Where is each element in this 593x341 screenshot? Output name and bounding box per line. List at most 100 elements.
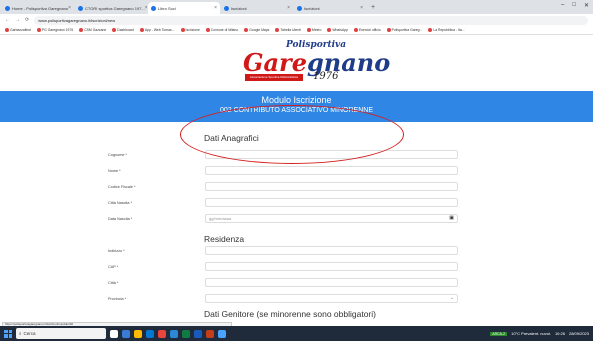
citta-nascita-input[interactable]	[205, 198, 458, 207]
site-favicon-icon	[224, 5, 229, 11]
logo-banner: Associazione Sportiva Dilettantistica	[245, 74, 303, 81]
forward-icon[interactable]: →	[15, 17, 20, 23]
bookmark-icon	[36, 28, 41, 32]
field-label: Nome *	[108, 169, 121, 173]
bookmark-icon	[354, 28, 358, 32]
browser-tab-1[interactable]: Home - Polisportiva Garegnano ×	[2, 2, 74, 14]
file-explorer-icon[interactable]	[122, 329, 130, 338]
bookmark[interactable]: Google Maps	[244, 28, 269, 32]
bookmark[interactable]: CSM Gazzane	[79, 28, 106, 32]
address-bar-row: ← → ⟳ www.polisportivagaregnano.it/iscri…	[0, 14, 593, 26]
word-icon[interactable]	[194, 329, 202, 338]
tray-badge[interactable]: ARCA-2	[490, 331, 508, 336]
clock-date[interactable]: 28/09/2023	[569, 331, 589, 336]
task-view-icon[interactable]	[110, 329, 118, 338]
system-tray: ARCA-2 10°C Prevalent. nuvol. 10:26 28/0…	[490, 331, 589, 336]
reload-icon[interactable]: ⟳	[25, 17, 29, 23]
powerpoint-icon[interactable]	[206, 329, 214, 338]
browser-tab-3[interactable]: Libro Soci ×	[148, 2, 220, 14]
bookmark[interactable]: La Repubblica - Ita...	[428, 28, 465, 32]
bookmark-label: Comune di Milano	[210, 28, 239, 32]
windows-start-icon[interactable]	[4, 329, 12, 338]
browser-tab-5[interactable]: Iscrizioni ×	[294, 2, 366, 14]
site-favicon-icon	[78, 5, 83, 11]
url-field[interactable]: www.polisportivagaregnano.it/iscrizioni/…	[34, 15, 588, 25]
tab-title: Iscrizioni	[304, 5, 320, 11]
bookmark-icon	[306, 28, 311, 32]
new-tab-button[interactable]: +	[367, 2, 379, 14]
indirizzo-input[interactable]	[205, 246, 458, 255]
maximize-icon[interactable]: □	[572, 2, 576, 9]
field-label: Città Nascita *	[108, 201, 133, 205]
bookmark-icon	[386, 28, 391, 32]
bookmark-label: WhatsApp	[332, 28, 348, 32]
bookmark-label: Esercizi ufficio	[359, 28, 381, 32]
provincia-select[interactable]: ⌄	[205, 294, 458, 303]
bookmark[interactable]: PG Garegnano 1976	[36, 28, 73, 32]
bookmark-icon	[275, 28, 280, 32]
url-text: www.polisportivagaregnano.it/iscrizioni/…	[38, 17, 116, 23]
codice-fiscale-input[interactable]	[205, 182, 458, 191]
bookmark-icon	[180, 28, 185, 32]
section-title-genitore: Dati Genitore (se minorenne sono obbliga…	[204, 309, 376, 319]
bookmark[interactable]: Polisportiva Gareg...	[386, 28, 422, 32]
close-tab-icon[interactable]: ×	[145, 5, 147, 11]
browser-tab-4[interactable]: Iscrizioni ×	[221, 2, 293, 14]
bookmark-icon	[244, 28, 249, 32]
field-label: Città *	[108, 281, 119, 285]
nome-input[interactable]	[205, 166, 458, 175]
mail-icon[interactable]	[170, 329, 178, 338]
clock-time[interactable]: 10:26	[555, 331, 565, 336]
minimize-icon[interactable]: –	[561, 2, 564, 9]
bookmark[interactable]: Comune di Milano	[205, 28, 239, 32]
bookmark[interactable]: Iscrizione	[180, 28, 200, 32]
logo-main-part-1: Gare	[243, 48, 307, 77]
bookmark[interactable]: Meteo	[306, 28, 322, 32]
site-header: Polisportiva Garegnano Associazione Spor…	[0, 36, 593, 91]
bookmark[interactable]: Garbazzafinst	[5, 28, 31, 32]
site-favicon-icon	[297, 5, 302, 11]
bookmark[interactable]: Dashboard	[112, 28, 134, 32]
bookmark-icon	[112, 28, 117, 32]
bookmark[interactable]: WhatsApp	[327, 28, 348, 32]
browser-tab-bar: Home - Polisportiva Garegnano × CTORI spo…	[0, 0, 593, 14]
bookmarks-bar: Garbazzafinst PG Garegnano 1976 CSM Gazz…	[0, 26, 593, 35]
bookmark-icon	[139, 28, 144, 32]
bookmark-label: Meteo	[311, 28, 322, 32]
edge-icon[interactable]	[146, 329, 154, 338]
taskbar-search[interactable]: ⌕ Cerca	[16, 328, 106, 339]
bookmark-label: Tabella Utenti	[280, 28, 301, 32]
calendar-icon[interactable]: ▣	[449, 215, 454, 222]
browser-tab-2[interactable]: CTORI sportiva Garegnano 197... ×	[75, 2, 147, 14]
chevron-down-icon: ⌄	[449, 295, 454, 301]
back-icon[interactable]: ←	[5, 17, 10, 23]
excel-icon[interactable]	[182, 329, 190, 338]
search-icon: ⌕	[19, 331, 22, 336]
cap-input[interactable]	[205, 262, 458, 271]
weather-text[interactable]: 10°C Prevalent. nuvol.	[511, 331, 551, 336]
field-label: Data Nascita *	[108, 217, 133, 221]
bookmark[interactable]: App - Web Tomas...	[139, 28, 175, 32]
citta-input[interactable]	[205, 278, 458, 287]
folder-icon[interactable]	[134, 329, 142, 338]
close-window-icon[interactable]: ✕	[584, 2, 589, 9]
chrome-icon[interactable]	[158, 329, 166, 338]
close-tab-icon[interactable]: ×	[360, 5, 363, 11]
close-tab-icon[interactable]: ×	[287, 5, 290, 11]
bookmark-label: CSM Gazzane	[84, 28, 107, 32]
club-logo[interactable]: Polisportiva Garegnano Associazione Spor…	[243, 40, 390, 88]
bookmark[interactable]: Esercizi ufficio	[354, 28, 381, 32]
app-icon[interactable]	[218, 329, 226, 338]
bookmark-label: App - Web Tomas...	[144, 28, 175, 32]
data-nascita-input[interactable]: gg/mm/aaaa ▣	[205, 214, 458, 223]
taskbar: ⌕ Cerca ARCA-2 10°C Prevalent. nuvol. 10:…	[0, 326, 593, 341]
tab-title: Iscrizioni	[231, 5, 247, 11]
date-placeholder: gg/mm/aaaa	[209, 216, 232, 221]
close-tab-icon[interactable]: ×	[214, 5, 217, 11]
form-title: Modulo Iscrizione	[261, 95, 332, 105]
section-title-residenza: Residenza	[204, 234, 245, 244]
close-tab-icon[interactable]: ×	[68, 5, 71, 11]
field-label: Codice Fiscale *	[108, 185, 136, 189]
bookmark-icon	[327, 28, 332, 32]
bookmark[interactable]: Tabella Utenti	[275, 28, 301, 32]
